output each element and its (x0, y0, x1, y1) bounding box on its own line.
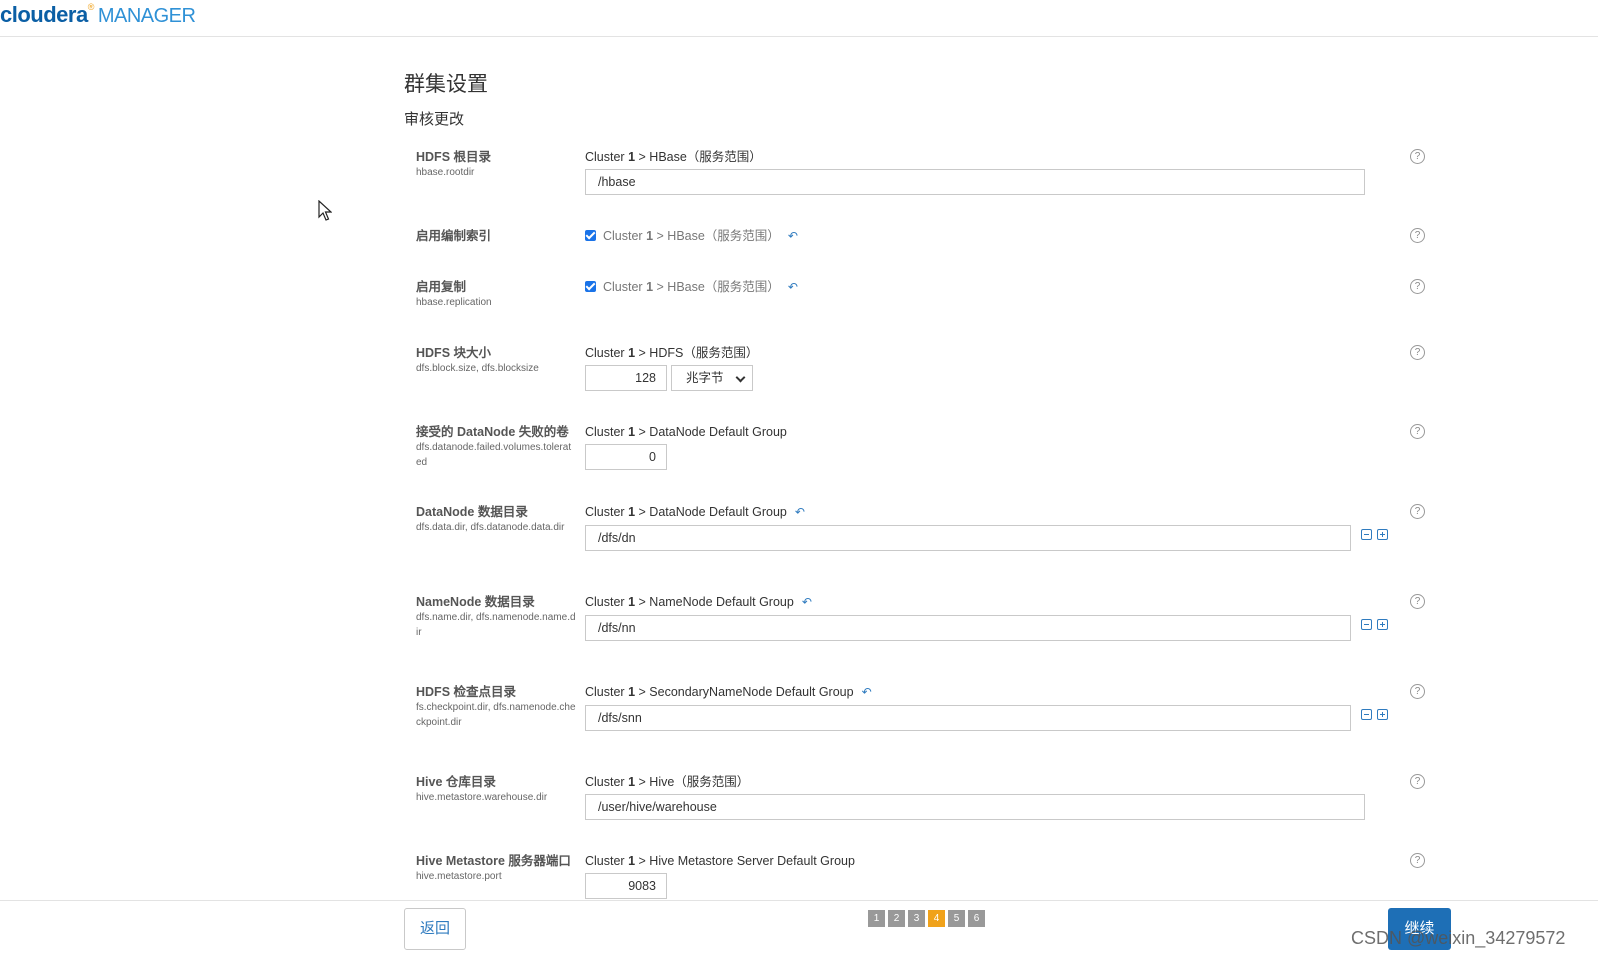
help-icon[interactable]: ? (1410, 279, 1425, 294)
add-row-icon[interactable] (1377, 529, 1388, 540)
setting-scope: Cluster 1 > NameNode Default Group ↶ (585, 595, 812, 609)
step-6[interactable]: 6 (968, 910, 985, 927)
top-bar: cloudera® MANAGER (0, 0, 1598, 37)
setting-name: Hive 仓库目录 (416, 775, 496, 789)
setting-scope: Cluster 1 > Hive（服务范围） (585, 775, 750, 789)
logo-brand: cloudera (0, 2, 88, 27)
namenode-name-dir-input[interactable]: /dfs/nn (585, 615, 1351, 641)
undo-icon[interactable]: ↶ (788, 280, 798, 294)
help-icon[interactable]: ? (1410, 504, 1425, 519)
block-size-unit-select[interactable]: 兆字节 (671, 365, 753, 391)
setting-scope: Cluster 1 > HBase（服务范围） (585, 150, 762, 164)
back-button[interactable]: 返回 (404, 908, 466, 950)
checkpoint-dir-input[interactable]: /dfs/snn (585, 705, 1351, 731)
setting-scope: Cluster 1 > Hive Metastore Server Defaul… (585, 854, 855, 868)
datanode-data-dir-input[interactable]: /dfs/dn (585, 525, 1351, 551)
setting-name: NameNode 数据目录 (416, 595, 535, 609)
watermark: CSDN @weixin_34279572 (1351, 928, 1566, 948)
setting-key: hive.metastore.warehouse.dir (416, 792, 548, 803)
help-icon[interactable]: ? (1410, 424, 1425, 439)
setting-name: Hive Metastore 服务器端口 (416, 854, 571, 868)
page-title: 群集设置 (404, 73, 488, 96)
undo-icon[interactable]: ↶ (788, 229, 798, 243)
setting-name: 启用复制 (416, 280, 467, 294)
setting-key: dfs.datanode.failed.volumes.tolerated (416, 442, 572, 468)
setting-scope: Cluster 1 > HDFS（服务范围） (585, 346, 759, 360)
block-size-input[interactable]: 128 (585, 365, 667, 391)
hbase-rootdir-input[interactable]: /hbase (585, 169, 1365, 195)
help-icon[interactable]: ? (1410, 853, 1425, 868)
remove-row-icon[interactable] (1361, 709, 1372, 720)
cloudera-manager-logo[interactable]: cloudera® MANAGER (0, 2, 196, 28)
metastore-port-input[interactable]: 9083 (585, 873, 667, 899)
help-icon[interactable]: ? (1410, 345, 1425, 360)
setting-key: dfs.data.dir, dfs.datanode.data.dir (416, 522, 565, 533)
setting-name: HDFS 检查点目录 (416, 685, 517, 699)
step-5[interactable]: 5 (948, 910, 965, 927)
undo-icon[interactable]: ↶ (802, 595, 812, 609)
setting-name: 接受的 DataNode 失败的卷 (416, 425, 569, 439)
setting-key: hbase.rootdir (416, 167, 475, 178)
setting-key: hbase.replication (416, 297, 492, 308)
setting-key: dfs.block.size, dfs.blocksize (416, 363, 539, 374)
step-3[interactable]: 3 (908, 910, 925, 927)
help-icon[interactable]: ? (1410, 149, 1425, 164)
setting-name: HDFS 块大小 (416, 346, 492, 360)
hive-warehouse-dir-input[interactable]: /user/hive/warehouse (585, 794, 1365, 820)
failed-volumes-input[interactable]: 0 (585, 444, 667, 470)
add-row-icon[interactable] (1377, 709, 1388, 720)
setting-scope: Cluster 1 > DataNode Default Group (585, 425, 787, 439)
remove-row-icon[interactable] (1361, 619, 1372, 630)
logo-product: MANAGER (97, 5, 196, 27)
help-icon[interactable]: ? (1410, 684, 1425, 699)
setting-name: DataNode 数据目录 (416, 505, 528, 519)
step-4-current[interactable]: 4 (928, 910, 945, 927)
setting-scope: Cluster 1 > DataNode Default Group ↶ (585, 505, 805, 519)
step-2[interactable]: 2 (888, 910, 905, 927)
enable-replication-checkbox[interactable] (585, 281, 596, 292)
setting-name: HDFS 根目录 (416, 150, 492, 164)
remove-row-icon[interactable] (1361, 529, 1372, 540)
enable-indexing-checkbox[interactable] (585, 230, 596, 241)
mouse-cursor-icon (318, 200, 332, 221)
undo-icon[interactable]: ↶ (862, 685, 872, 699)
setting-name: 启用编制索引 (416, 229, 492, 243)
undo-icon[interactable]: ↶ (795, 505, 805, 519)
add-row-icon[interactable] (1377, 619, 1388, 630)
setting-scope: Cluster 1 > SecondaryNameNode Default Gr… (585, 685, 872, 699)
page-subtitle: 审核更改 (404, 111, 465, 128)
setting-key: hive.metastore.port (416, 871, 502, 882)
chevron-down-icon (735, 372, 746, 383)
step-1[interactable]: 1 (868, 910, 885, 927)
help-icon[interactable]: ? (1410, 594, 1425, 609)
setting-key: fs.checkpoint.dir, dfs.namenode.checkpoi… (416, 702, 576, 728)
setting-key: dfs.name.dir, dfs.namenode.name.dir (416, 612, 576, 638)
wizard-step-pager: 123456 (868, 908, 988, 927)
help-icon[interactable]: ? (1410, 228, 1425, 243)
help-icon[interactable]: ? (1410, 774, 1425, 789)
setting-scope: Cluster 1 > HBase（服务范围） ↶ (585, 228, 798, 244)
setting-scope: Cluster 1 > HBase（服务范围） ↶ (585, 279, 798, 295)
